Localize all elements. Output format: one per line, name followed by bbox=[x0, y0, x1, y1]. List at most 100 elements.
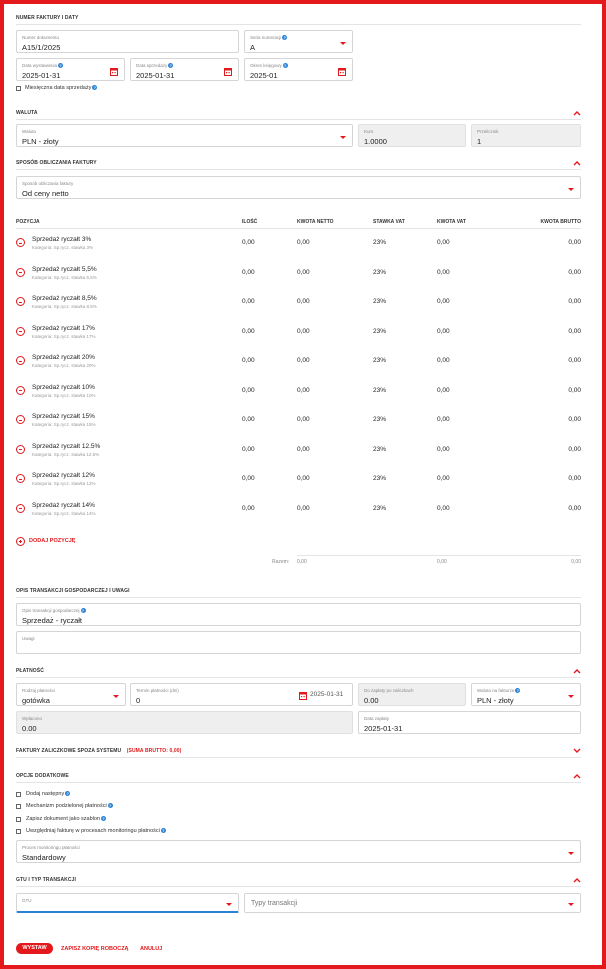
accounting-period-field[interactable]: Okres księgowy? 2025-01 bbox=[244, 58, 353, 81]
transaction-description-field[interactable]: Opis transakcji gospodarczej? Sprzedaż -… bbox=[16, 603, 581, 626]
col-header-position: Pozycja bbox=[16, 219, 40, 225]
issue-date-field[interactable]: Data wystawienia? 2025-01-31 bbox=[16, 58, 125, 81]
section-title-invoice-number: Numer faktury i daty bbox=[16, 15, 79, 21]
remove-row-icon[interactable] bbox=[16, 444, 25, 454]
section-title-extra-options: Opcje dodatkowe bbox=[16, 773, 69, 779]
remove-row-icon[interactable] bbox=[16, 415, 25, 424]
table-row[interactable]: Sprzedaż ryczałt 15% Kategoria: Sp.rycz.… bbox=[16, 407, 581, 437]
payment-date-field[interactable]: Data zapłaty 2025-01-31 bbox=[358, 711, 581, 734]
invoice-currency-select[interactable]: Waluta na fakturze? PLN - złoty bbox=[471, 683, 581, 706]
table-row[interactable]: Sprzedaż ryczałt 12.5% Kategoria: Sp.ryc… bbox=[16, 437, 581, 467]
chevron-down-icon bbox=[568, 852, 574, 855]
chevron-down-icon bbox=[113, 695, 119, 698]
paid-field: Wpłacono 0.00 bbox=[16, 711, 353, 734]
col-header-vat: Kwota VAT bbox=[437, 219, 466, 225]
chevron-up-icon[interactable] bbox=[573, 877, 581, 883]
document-number-field[interactable]: Numer dokumentu A15/1/2025 bbox=[16, 30, 239, 53]
notes-field[interactable]: Uwagi bbox=[16, 631, 581, 654]
add-next-checkbox[interactable] bbox=[16, 792, 21, 797]
save-template-checkbox[interactable] bbox=[16, 817, 21, 822]
info-icon: ? bbox=[92, 85, 98, 91]
total-vat: 0,00 bbox=[437, 559, 447, 565]
remove-row-icon[interactable] bbox=[16, 385, 25, 395]
divider bbox=[297, 555, 581, 556]
monthly-sale-date-checkbox[interactable] bbox=[16, 86, 21, 91]
currency-select[interactable]: Waluta PLN - złoty bbox=[16, 124, 353, 147]
section-title-calc-method: Sposób obliczania faktury bbox=[16, 160, 97, 166]
table-row[interactable]: Sprzedaż ryczałt 12% Kategoria: Sp.rycz.… bbox=[16, 466, 581, 496]
calendar-icon[interactable] bbox=[224, 67, 232, 76]
chevron-up-icon[interactable] bbox=[573, 668, 581, 674]
chevron-up-icon[interactable] bbox=[573, 773, 581, 779]
divider bbox=[16, 886, 581, 887]
table-row[interactable]: Sprzedaż ryczałt 8,5% Kategoria: Sp.rycz… bbox=[16, 289, 581, 319]
numbering-series-select[interactable]: Seria numeracji? A bbox=[244, 30, 353, 53]
divider bbox=[16, 677, 581, 678]
payment-term-field[interactable]: Termin płatności (dni) 0 2025-01-31 bbox=[130, 683, 353, 706]
exchange-rate-field: Kurs 1.0000 bbox=[358, 124, 466, 147]
monthly-sale-date-label: Miesięczna data sprzedaży? bbox=[25, 85, 98, 91]
total-gross: 0,00 bbox=[571, 559, 581, 565]
divider bbox=[16, 597, 581, 598]
remove-row-icon[interactable] bbox=[16, 238, 25, 247]
section-title-payment: Płatność bbox=[16, 668, 44, 674]
save-template-label: Zapisz dokument jako szablon? bbox=[26, 816, 106, 822]
col-header-qty: Ilość bbox=[242, 219, 258, 225]
section-title-advance-invoices: Faktury zaliczkowe spoza systemu (SUMA B… bbox=[16, 748, 182, 754]
chevron-up-icon[interactable] bbox=[573, 110, 581, 116]
calendar-icon[interactable] bbox=[299, 691, 307, 700]
remove-row-icon[interactable] bbox=[16, 474, 25, 483]
table-row[interactable]: Sprzedaż ryczałt 3% Kategoria: Sp.rycz. … bbox=[16, 230, 581, 260]
calendar-icon[interactable] bbox=[110, 67, 118, 76]
split-payment-checkbox[interactable] bbox=[16, 804, 21, 809]
table-row[interactable]: Sprzedaż ryczałt 14% Kategoria: Sp.rycz.… bbox=[16, 496, 581, 526]
total-label: Razem: bbox=[272, 559, 290, 565]
calc-method-select[interactable]: Sposób obliczania faktury Od ceny netto bbox=[16, 176, 581, 199]
info-icon: ? bbox=[160, 828, 166, 834]
chevron-down-icon[interactable] bbox=[573, 748, 581, 754]
info-icon: ? bbox=[65, 791, 71, 797]
divider bbox=[16, 757, 581, 758]
transaction-types-select[interactable]: Typy transakcji bbox=[244, 893, 581, 913]
section-title-transaction-desc: Opis transakcji gospodarczej i uwagi bbox=[16, 588, 130, 594]
sale-date-field[interactable]: Data sprzedaży? 2025-01-31 bbox=[130, 58, 239, 81]
info-icon: ? bbox=[282, 35, 288, 41]
calendar-icon[interactable] bbox=[338, 67, 346, 76]
save-draft-button[interactable]: Zapisz kopię roboczą bbox=[61, 946, 129, 952]
table-row[interactable]: Sprzedaż ryczałt 5,5% Kategoria: Sp.rycz… bbox=[16, 260, 581, 290]
remove-row-icon[interactable] bbox=[16, 267, 25, 277]
payment-due-date: 2025-01-31 bbox=[310, 691, 344, 698]
divider bbox=[16, 169, 581, 170]
payment-monitoring-checkbox[interactable] bbox=[16, 829, 21, 834]
payment-type-select[interactable]: Rodzaj płatności gotówka bbox=[16, 683, 126, 706]
issue-button[interactable]: Wystaw bbox=[16, 943, 53, 954]
chevron-up-icon[interactable] bbox=[573, 160, 581, 166]
chevron-down-icon bbox=[340, 136, 346, 139]
remove-row-icon[interactable] bbox=[16, 356, 25, 365]
chevron-down-icon bbox=[226, 903, 232, 906]
divider bbox=[16, 24, 581, 25]
chevron-down-icon bbox=[568, 188, 574, 191]
chevron-down-icon bbox=[340, 42, 346, 45]
remove-row-icon[interactable] bbox=[16, 326, 25, 336]
info-icon: ? bbox=[100, 816, 106, 822]
col-header-gross: Kwota brutto bbox=[540, 219, 581, 225]
section-title-currency: Waluta bbox=[16, 110, 38, 116]
remove-row-icon[interactable] bbox=[16, 503, 25, 513]
add-position-icon[interactable] bbox=[16, 537, 25, 546]
cancel-button[interactable]: Anuluj bbox=[140, 946, 162, 952]
table-row[interactable]: Sprzedaż ryczałt 20% Kategoria: Sp.rycz.… bbox=[16, 348, 581, 378]
info-icon: ? bbox=[515, 688, 521, 694]
gtu-select[interactable]: GTU bbox=[16, 893, 239, 913]
col-header-vat-rate: Stawka VAT bbox=[373, 219, 405, 225]
remove-row-icon[interactable] bbox=[16, 297, 25, 306]
to-pay-field: Do zapłaty po zaliczkach 0.00 bbox=[358, 683, 466, 706]
divider bbox=[16, 228, 581, 229]
advance-invoices-sum: (SUMA BRUTTO: 0,00) bbox=[126, 748, 182, 754]
total-net: 0,00 bbox=[297, 559, 307, 565]
table-row[interactable]: Sprzedaż ryczałt 17% Kategoria: Sp.rycz.… bbox=[16, 319, 581, 349]
info-icon: ? bbox=[107, 803, 113, 809]
table-row[interactable]: Sprzedaż ryczałt 10% Kategoria: Sp.rycz.… bbox=[16, 378, 581, 408]
monitoring-process-select[interactable]: Proces monitoringu płatności Standardowy bbox=[16, 840, 581, 863]
add-position-button[interactable]: Dodaj pozycję bbox=[29, 538, 75, 544]
